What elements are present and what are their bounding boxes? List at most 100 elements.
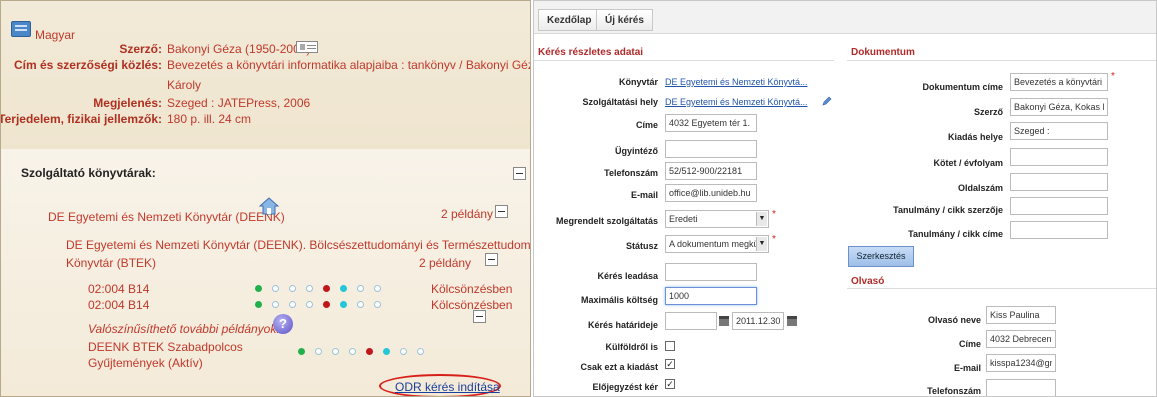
book-icon (11, 21, 31, 37)
max-cost-field[interactable] (665, 287, 757, 305)
phone-field[interactable] (665, 162, 757, 180)
email-field[interactable] (665, 184, 757, 202)
pages-label: Oldalszám (957, 183, 1003, 193)
doc-title-label: Dokumentum címe (922, 82, 1003, 92)
author-label: Szerző: (119, 42, 162, 56)
reader-name-field[interactable] (986, 306, 1056, 324)
providers-area (1, 149, 530, 396)
dropdown-arrow-icon[interactable]: ▼ (756, 237, 767, 251)
availability-dot (349, 348, 356, 355)
submitted-field[interactable] (665, 263, 757, 281)
status-label: Státusz (625, 241, 658, 251)
availability-dot (357, 301, 364, 308)
edition-only-checkbox[interactable]: ✓ (665, 359, 675, 369)
title-value-line2: Károly (167, 78, 202, 92)
item-call-number: 02:004 B14 (88, 298, 150, 312)
doc-author-label: Szerző (973, 107, 1003, 117)
reservation-checkbox[interactable]: ✓ (665, 379, 675, 389)
reader-heading: Olvasó (851, 276, 885, 287)
availability-dot (323, 285, 330, 292)
author-card-icon[interactable] (296, 41, 318, 53)
article-title-field[interactable] (1010, 221, 1108, 239)
availability-dot (374, 301, 381, 308)
calendar-icon[interactable] (719, 316, 729, 326)
catalog-record-panel: Magyar Szerző: Bakonyi Géza (1950-2007) … (0, 0, 531, 397)
extent-value: 180 p. ill. 24 cm (167, 112, 252, 126)
doc-title-field[interactable] (1010, 73, 1108, 91)
article-author-label: Tanulmány / cikk szerzője (893, 205, 1003, 215)
branch-name-line2[interactable]: Könyvtár (BTEK) (66, 256, 156, 270)
tab-new-request[interactable]: Új kérés (596, 9, 653, 31)
availability-dot (255, 301, 262, 308)
max-cost-label: Maximális költség (580, 295, 658, 305)
volume-field[interactable] (1010, 148, 1108, 166)
availability-dot (289, 301, 296, 308)
branch-name-line1[interactable]: DE Egyetemi és Nemzeti Könyvtár (DEENK).… (66, 238, 530, 252)
probable-name-line1: DEENK BTEK Szabadpolcos (88, 340, 243, 354)
title-label: Cím és szerzőségi közlés: (13, 58, 162, 72)
calendar-icon[interactable] (787, 316, 797, 326)
library-link[interactable]: DE Egyetemi és Nemzeti Könyvtá... (665, 77, 808, 87)
document-heading: Dokumentum (851, 47, 915, 58)
item-call-number: 02:004 B14 (88, 282, 150, 296)
record-details-area (1, 1, 530, 149)
reader-address-field[interactable] (986, 330, 1056, 348)
collapse-branch-icon[interactable] (485, 253, 498, 266)
pencil-icon[interactable] (822, 96, 832, 106)
probable-name-line2: Gyűjtemények (Aktív) (88, 356, 203, 370)
deadline-date-field[interactable] (665, 312, 717, 330)
status-select[interactable]: A dokumentum megkü ▼ (665, 235, 769, 253)
pub-place-label: Kiadás helye (947, 132, 1003, 142)
odr-request-link[interactable]: ODR kérés indítása (395, 380, 500, 394)
reader-phone-label: Telefonszám (927, 386, 981, 396)
edit-button[interactable]: Szerkesztés (848, 246, 914, 267)
deadline-end-field[interactable] (732, 312, 784, 330)
collapse-library-icon[interactable] (495, 205, 508, 218)
new-request-form-panel: Kezdőlap Új kérés Kérés részletes adatai… (533, 0, 1157, 397)
library-name[interactable]: DE Egyetemi és Nemzeti Könyvtár (DEENK) (48, 210, 285, 224)
section-divider (534, 60, 834, 61)
availability-dot (289, 285, 296, 292)
service-place-link[interactable]: DE Egyetemi és Nemzeti Könyvtá... (665, 97, 808, 107)
pub-place-field[interactable] (1010, 122, 1108, 140)
reader-email-field[interactable] (986, 354, 1056, 372)
library-copies: 2 példány (441, 207, 494, 221)
clerk-label: Ügyintéző (614, 146, 658, 156)
availability-dot (272, 301, 279, 308)
availability-dot (357, 285, 364, 292)
doc-author-field[interactable] (1010, 98, 1108, 116)
collapse-probable-icon[interactable] (473, 310, 486, 323)
probable-copies-label: Valószínűsíthető további példányok... (88, 322, 287, 336)
pages-field[interactable] (1010, 173, 1108, 191)
ordered-service-value: Eredeti (669, 214, 698, 224)
language-value: Magyar (35, 28, 76, 42)
availability-dot (340, 301, 347, 308)
availability-dot (272, 285, 279, 292)
library-label: Könyvtár (618, 77, 658, 87)
article-author-field[interactable] (1010, 197, 1108, 215)
availability-dot (255, 285, 262, 292)
required-mark: * (772, 234, 776, 245)
dropdown-arrow-icon[interactable]: ▼ (756, 212, 767, 226)
ordered-service-select[interactable]: Eredeti ▼ (665, 210, 769, 228)
tab-home[interactable]: Kezdőlap (538, 9, 601, 31)
article-title-label: Tanulmány / cikk címe (908, 229, 1003, 239)
submitted-label: Kérés leadása (597, 271, 658, 281)
availability-dot (400, 348, 407, 355)
volume-label: Kötet / évfolyam (933, 158, 1003, 168)
abroad-checkbox[interactable] (665, 341, 675, 351)
author-value[interactable]: Bakonyi Géza (1950-2007) (167, 42, 310, 56)
availability-dot (306, 285, 313, 292)
address-field[interactable] (665, 114, 757, 132)
availability-dot (374, 285, 381, 292)
reader-phone-field[interactable] (986, 379, 1056, 396)
availability-dot (340, 285, 347, 292)
help-icon[interactable]: ? (273, 314, 293, 334)
extent-label: Terjedelem, fizikai jellemzők: (0, 112, 162, 126)
reservation-label: Előjegyzést kér (592, 382, 658, 392)
collapse-providers-icon[interactable] (513, 167, 526, 180)
reader-address-label: Címe (958, 339, 981, 349)
reader-name-label: Olvasó neve (927, 315, 981, 325)
clerk-field[interactable] (665, 140, 757, 158)
details-heading: Kérés részletes adatai (538, 47, 644, 58)
